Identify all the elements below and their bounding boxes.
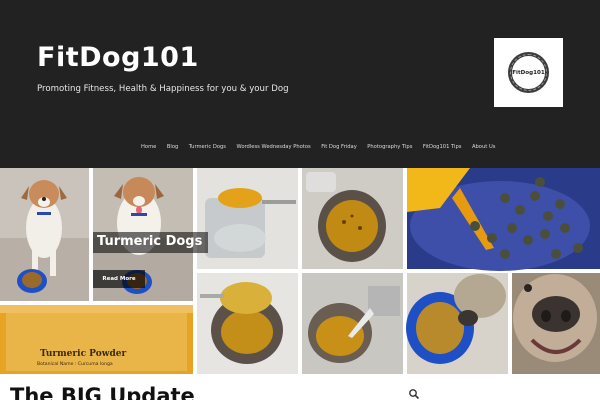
photo-dog-with-bowl (0, 168, 89, 301)
site-logo[interactable]: FitDog101 (494, 38, 563, 107)
nav-item-fitdog101-tips[interactable]: FitDog101 Tips (423, 144, 462, 150)
logo-badge-icon: FitDog101 (508, 52, 549, 93)
site-title[interactable]: FitDog101 (37, 42, 199, 73)
logo-text: FitDog101 (512, 69, 545, 76)
photo-pouring-water (302, 273, 403, 374)
featured-post-title[interactable]: Turmeric Dogs (93, 232, 209, 253)
featured-photo-mosaic[interactable]: Turmeric Powder Botanical Name : Curcuma… (0, 168, 600, 374)
photo-dog-nose-closeup (512, 273, 600, 374)
main-navigation: Home Blog Turmeric Dogs Wordless Wednesd… (141, 144, 506, 150)
photo-honey-spoon (197, 273, 298, 374)
nav-item-turmeric-dogs[interactable]: Turmeric Dogs (189, 144, 226, 150)
nav-item-fit-dog-friday[interactable]: Fit Dog Friday (321, 144, 357, 150)
site-tagline: Promoting Fitness, Health & Happiness fo… (37, 84, 289, 94)
nav-item-blog[interactable]: Blog (167, 144, 178, 150)
read-more-button[interactable]: Read More (93, 270, 145, 288)
site-header: FitDog101 Promoting Fitness, Health & Ha… (0, 0, 600, 168)
nav-item-about-us[interactable]: About Us (472, 144, 496, 150)
search-icon[interactable] (408, 388, 420, 400)
photo-golden-mug (302, 168, 403, 269)
photo-dog-eating-bowl (406, 273, 508, 374)
photo-kibble-pour (407, 168, 600, 271)
photo-turmeric-spoon (197, 168, 298, 269)
package-label: Turmeric Powder (40, 349, 127, 359)
nav-item-photography-tips[interactable]: Photography Tips (367, 144, 412, 150)
nav-item-wordless-wednesday[interactable]: Wordless Wednesday Photos (237, 144, 311, 150)
photo-collage (0, 168, 600, 374)
nav-item-home[interactable]: Home (141, 144, 156, 150)
package-sublabel: Botanical Name : Curcuma longa (37, 362, 113, 367)
post-title[interactable]: The BIG Update (10, 384, 195, 400)
